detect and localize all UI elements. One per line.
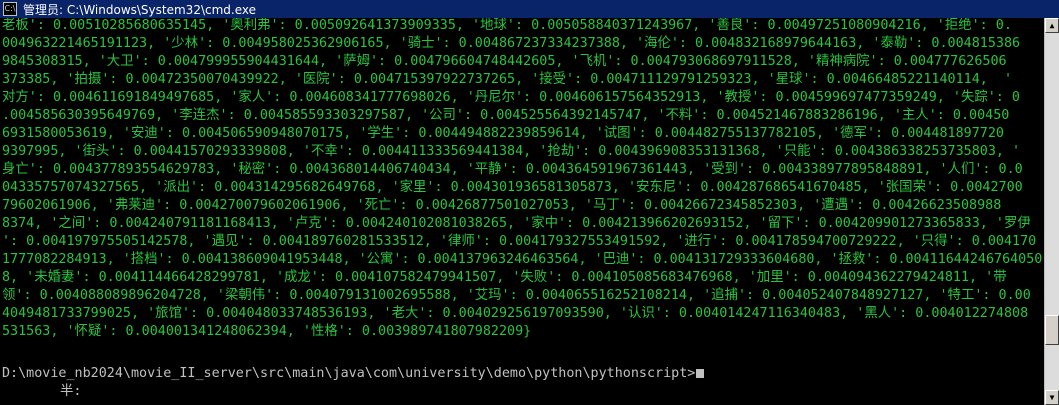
console-line: 身亡': 0.004377893554629783, '秘密': 0.00436… (2, 162, 1023, 177)
text-cursor (696, 369, 705, 378)
console-line: 8374, '之间': 0.004240791181168413, '卢克': … (2, 216, 1031, 231)
console-line: 9845308315, '大卫': 0.004799955904431644, … (2, 54, 1007, 69)
console-line: 04335757074327565, '派出': 0.0043142956826… (2, 180, 1023, 195)
window-title: 管理员: C:\Windows\System32\cmd.exe (23, 2, 256, 17)
console-line: 领': 0.004088089896204728, '梁朝伟': 0.00407… (2, 288, 1031, 303)
console-line: 531563, '怀疑': 0.004001341248062394, '性格'… (2, 324, 532, 339)
command-prompt[interactable]: D:\movie_nb2024\movie_II_server\src\main… (2, 366, 705, 382)
scroll-up-button[interactable]: ▲ (1045, 18, 1059, 33)
console-line: 79602061906, '弗莱迪': 0.004270079602061906… (2, 198, 1002, 213)
scroll-down-button[interactable]: ▼ (1045, 390, 1059, 405)
console-line: 8, '未婚妻': 0.004114466428299781, '成龙': 0.… (2, 270, 1007, 285)
arrow-down-icon: ▼ (1049, 392, 1055, 402)
console-line: .004585630395649769, '李连杰': 0.0045855933… (2, 108, 1010, 123)
ime-status: 半: (60, 384, 82, 399)
console-line: 9397995, '街头': 0.00441570293339808, '不幸'… (2, 144, 1021, 159)
console-line: 对方': 0.004611691849497685, '家人': 0.00460… (2, 90, 1020, 105)
console-line: 老板': 0.00510285680635145, '奥利弗': 0.00509… (2, 18, 1012, 33)
vertical-scrollbar[interactable]: ▲ ▼ (1044, 18, 1059, 405)
console-line: 004963221465191123, '少林': 0.004958025362… (2, 36, 1021, 51)
scroll-thumb[interactable] (1045, 315, 1059, 345)
console-line: 4049481733799025, '旅馆': 0.00404803374853… (2, 306, 1029, 321)
prompt-path: D:\movie_nb2024\movie_II_server\src\main… (2, 366, 696, 381)
arrow-up-icon: ▲ (1049, 20, 1055, 30)
cmd-icon: C:\ (3, 2, 17, 16)
console-line: 1777082284913, '搭档': 0.00413860904195344… (2, 252, 1043, 267)
cmd-window: C:\ 管理员: C:\Windows\System32\cmd.exe 老板'… (0, 0, 1059, 405)
console-line: 373385, '拍摄': 0.00472350070439922, '医院':… (2, 72, 1013, 87)
title-bar[interactable]: C:\ 管理员: C:\Windows\System32\cmd.exe (0, 0, 1059, 18)
console-output[interactable]: 老板': 0.00510285680635145, '奥利弗': 0.00509… (0, 18, 1044, 405)
console-line: ': 0.004197975505142578, '遇见': 0.0041897… (2, 234, 1037, 249)
console-line: 6931580053619, '安迪': 0.00450659094807017… (2, 126, 1004, 141)
